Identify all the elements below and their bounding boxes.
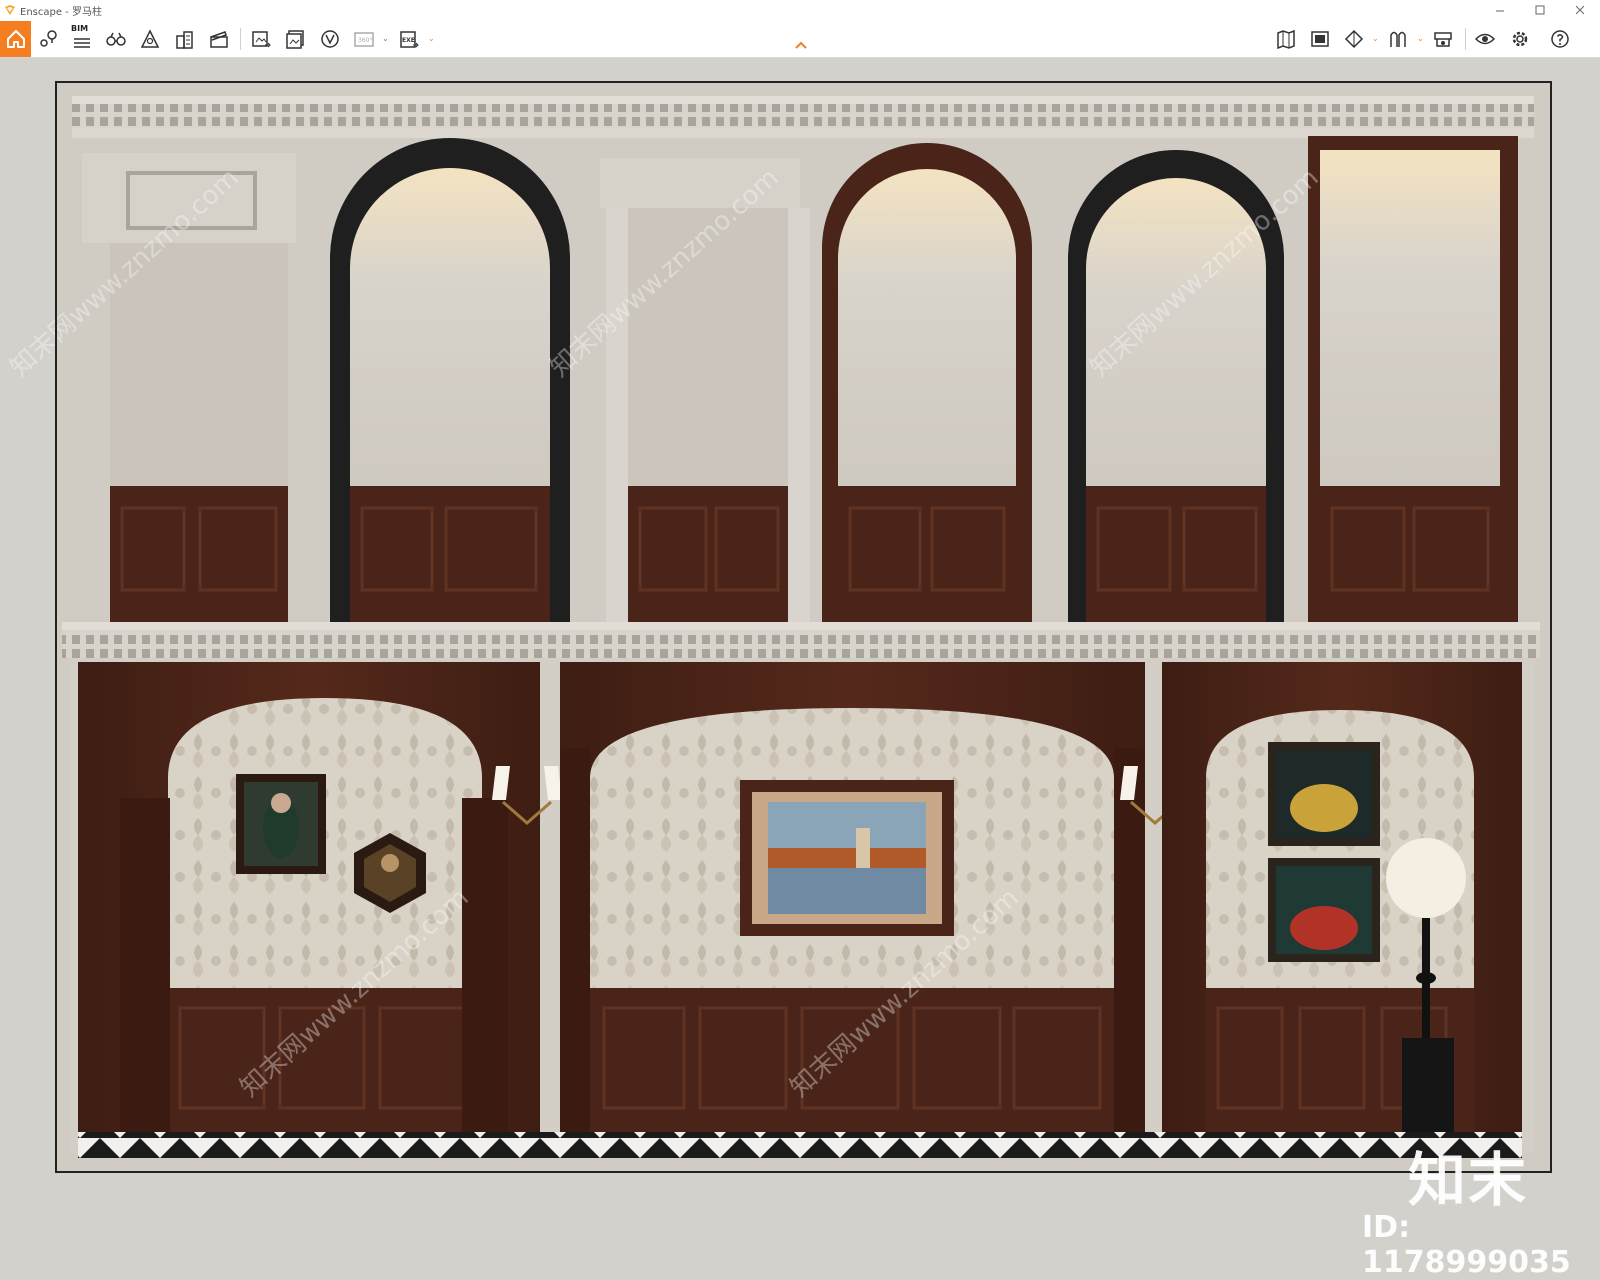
export-image-button[interactable] (248, 26, 274, 52)
cube-view-icon (1344, 29, 1364, 49)
visual-settings-button[interactable] (1385, 26, 1411, 52)
pin-marker-button[interactable] (36, 26, 62, 52)
export-image-icon (252, 31, 271, 48)
batch-render-icon (286, 30, 304, 49)
video-button[interactable] (317, 26, 343, 52)
clapper-icon (210, 31, 228, 48)
asset-library-icon (1311, 31, 1329, 47)
exe-dropdown-caret-icon[interactable]: ⌄ (428, 34, 435, 43)
help-button[interactable] (1547, 26, 1573, 52)
window-title: Enscape - 罗马柱 (20, 6, 102, 18)
clapper-button[interactable] (206, 26, 232, 52)
visual-settings-icon (1390, 31, 1406, 47)
visual-settings-dropdown-caret-icon[interactable]: ⌄ (1417, 34, 1424, 43)
minimize-icon (1496, 10, 1504, 12)
render-frame-border (55, 81, 1552, 1173)
exe-label: EXE (402, 37, 415, 44)
settings-gear-icon (1512, 31, 1528, 47)
bim-button[interactable]: BIM (69, 24, 95, 52)
close-icon (1575, 5, 1585, 15)
toolbar-divider (240, 28, 241, 50)
buildings-button[interactable] (172, 26, 198, 52)
binoculars-icon (106, 32, 126, 46)
enscape-logo-icon (5, 5, 15, 15)
binoculars-button[interactable] (103, 26, 129, 52)
asset-library-button[interactable] (1307, 26, 1333, 52)
panorama-dropdown-caret-icon[interactable]: ⌄ (382, 34, 389, 43)
cube-view-dropdown-caret-icon[interactable]: ⌄ (1372, 34, 1379, 43)
material-editor-icon (1434, 32, 1452, 47)
watermark-logo: 知末 (1408, 1146, 1529, 1214)
collapse-toolbar-chevron-icon[interactable] (794, 40, 808, 50)
maximize-button[interactable] (1520, 0, 1560, 20)
cube-view-button[interactable] (1341, 26, 1367, 52)
buildings-icon (176, 31, 193, 49)
minimize-button[interactable] (1480, 0, 1520, 20)
view-eye-button[interactable] (1472, 26, 1498, 52)
bim-label: BIM (71, 24, 89, 33)
view-eye-icon (1474, 33, 1496, 45)
title-bar: Enscape - 罗马柱 (0, 0, 1600, 20)
video-icon (321, 30, 339, 48)
perspective-button[interactable] (137, 26, 163, 52)
pin-marker-icon (40, 30, 57, 47)
material-editor-button[interactable] (1430, 26, 1456, 52)
settings-button[interactable] (1507, 26, 1533, 52)
panorama-360-button[interactable]: 360° (351, 26, 377, 52)
home-icon (6, 30, 25, 48)
maximize-icon (1535, 5, 1545, 15)
home-button[interactable] (0, 21, 31, 57)
watermark-id: ID: 1178999035 (1362, 1210, 1571, 1280)
map-button[interactable] (1273, 26, 1299, 52)
render-viewport[interactable]: 知末网www.znzmo.com 知末网www.znzmo.com 知末网www… (0, 58, 1600, 1280)
exe-export-button[interactable]: EXE (396, 26, 422, 52)
batch-render-button[interactable] (282, 26, 308, 52)
toolbar-divider (1465, 28, 1466, 50)
close-button[interactable] (1560, 0, 1600, 20)
perspective-icon (140, 29, 160, 48)
panorama-360-icon: 360° (354, 32, 374, 47)
main-toolbar: BIM 360° ⌄ EXE ⌄ ⌄ ⌄ (0, 20, 1600, 58)
map-icon (1277, 29, 1295, 50)
exe-export-icon: EXE (400, 31, 419, 48)
help-icon (1551, 30, 1569, 48)
panorama-360-label: 360° (358, 37, 372, 44)
